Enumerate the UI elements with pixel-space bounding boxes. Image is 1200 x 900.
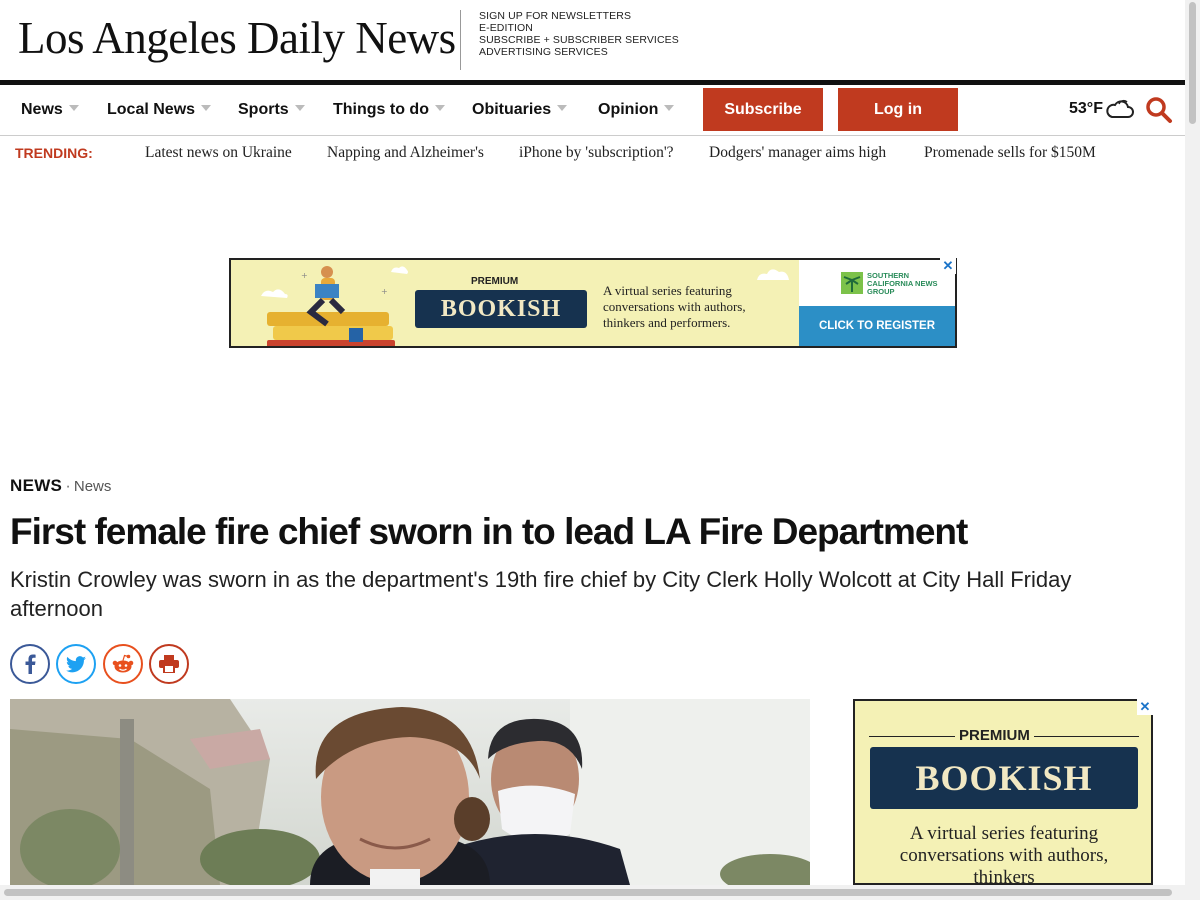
- fire-chief-photo: [10, 699, 810, 885]
- facebook-icon: [25, 654, 36, 674]
- chevron-down-icon: [201, 105, 212, 111]
- nav-label: Opinion: [598, 101, 659, 118]
- nav-item-local-news[interactable]: Local News: [107, 101, 212, 119]
- site-logo[interactable]: Los Angeles Daily News: [18, 12, 456, 64]
- register-button[interactable]: CLICK TO REGISTER: [799, 306, 955, 346]
- subscriber-services-link[interactable]: SUBSCRIBE + SUBSCRIBER SERVICES: [479, 34, 679, 46]
- trending-link[interactable]: Promenade sells for $150M: [924, 144, 1096, 162]
- nav-label: Sports: [238, 101, 289, 118]
- advertising-services-link[interactable]: ADVERTISING SERVICES: [479, 46, 679, 58]
- subsection-link[interactable]: News: [74, 478, 112, 495]
- palm-tree-icon: [841, 272, 863, 294]
- nav-item-sports[interactable]: Sports: [238, 101, 305, 119]
- section-link[interactable]: NEWS: [10, 476, 62, 495]
- chevron-down-icon: [557, 105, 568, 111]
- reddit-share-button[interactable]: [103, 644, 143, 684]
- newsletter-link[interactable]: SIGN UP FOR NEWSLETTERS: [479, 10, 679, 22]
- cloud-icon: [1106, 99, 1134, 118]
- trending-label: TRENDING:: [15, 145, 93, 161]
- article-headline: First female fire chief sworn in to lead…: [10, 511, 968, 552]
- login-button[interactable]: Log in: [838, 88, 958, 131]
- article-dek: Kristin Crowley was sworn in as the depa…: [10, 567, 1072, 621]
- reader-illustration: + +: [261, 266, 408, 346]
- vertical-scrollbar[interactable]: [1185, 0, 1200, 900]
- bookish-title: BOOKISH: [870, 747, 1138, 809]
- svg-text:+: +: [381, 287, 388, 296]
- premium-label: PREMIUM: [955, 727, 1034, 744]
- print-icon: [159, 655, 179, 673]
- trending-bar: TRENDING: Latest news on Ukraine Napping…: [0, 137, 1185, 169]
- reddit-icon: [112, 654, 134, 673]
- twitter-share-button[interactable]: [56, 644, 96, 684]
- chevron-down-icon: [664, 105, 675, 111]
- premium-label-text: PREMIUM: [471, 276, 519, 287]
- print-button[interactable]: [149, 644, 189, 684]
- ad-copy: A virtual series featuring conversations…: [899, 823, 1109, 885]
- horizontal-scrollbar[interactable]: [0, 885, 1185, 900]
- nav-item-things-to-do[interactable]: Things to do: [333, 101, 445, 119]
- subscribe-button[interactable]: Subscribe: [703, 88, 823, 131]
- premium-label: PREMIUM: [471, 276, 518, 287]
- trending-link[interactable]: Napping and Alzheimer's: [327, 144, 484, 162]
- chevron-down-icon: [294, 105, 305, 111]
- section-kicker: NEWS · News: [10, 476, 111, 496]
- e-edition-link[interactable]: E-EDITION: [479, 22, 679, 34]
- masthead-divider: [460, 10, 461, 70]
- article-lead-photo[interactable]: [10, 699, 810, 885]
- sponsor-logo: SOUTHERN CALIFORNIA NEWS GROUP: [867, 271, 938, 296]
- trending-link[interactable]: Dodgers' manager aims high: [709, 144, 886, 162]
- chevron-down-icon: [434, 105, 445, 111]
- masthead: Los Angeles Daily News SIGN UP FOR NEWSL…: [0, 0, 1185, 80]
- svg-text:+: +: [301, 271, 308, 280]
- nav-item-news[interactable]: News: [21, 101, 79, 119]
- vertical-scroll-thumb[interactable]: [1189, 2, 1196, 124]
- nav-item-obituaries[interactable]: Obituaries: [472, 101, 568, 119]
- nav-label: Local News: [107, 101, 196, 118]
- nav-item-opinion[interactable]: Opinion: [598, 101, 675, 119]
- nav-label: Obituaries: [472, 101, 552, 118]
- bookish-side-ad[interactable]: PREMIUM BOOKISH A virtual series featuri…: [853, 699, 1153, 885]
- search-icon[interactable]: [1145, 96, 1173, 124]
- kicker-separator: ·: [65, 476, 71, 495]
- weather-temperature[interactable]: 53°F: [1069, 100, 1103, 118]
- facebook-share-button[interactable]: [10, 644, 50, 684]
- bookish-ad-banner[interactable]: + + PREMIUM BOOKISH A virtual series fea…: [229, 258, 957, 348]
- trending-link[interactable]: iPhone by 'subscription'?: [519, 144, 674, 162]
- horizontal-scroll-thumb[interactable]: [4, 889, 1172, 896]
- utility-links: SIGN UP FOR NEWSLETTERS E-EDITION SUBSCR…: [479, 10, 679, 58]
- trending-link[interactable]: Latest news on Ukraine: [145, 144, 292, 162]
- ad-close-icon[interactable]: ✕: [940, 258, 956, 274]
- nav-label: Things to do: [333, 101, 429, 118]
- main-nav: News Local News Sports Things to do Obit…: [0, 80, 1185, 136]
- ad-copy: A virtual series featuring conversations…: [603, 283, 746, 330]
- twitter-icon: [66, 655, 86, 672]
- cloud-decoration: [757, 269, 789, 280]
- bookish-title: BOOKISH: [415, 290, 587, 328]
- nav-label: News: [21, 101, 63, 118]
- register-panel[interactable]: SOUTHERN CALIFORNIA NEWS GROUP CLICK TO …: [799, 260, 955, 346]
- ad-close-icon[interactable]: ✕: [1137, 699, 1153, 715]
- chevron-down-icon: [68, 105, 79, 111]
